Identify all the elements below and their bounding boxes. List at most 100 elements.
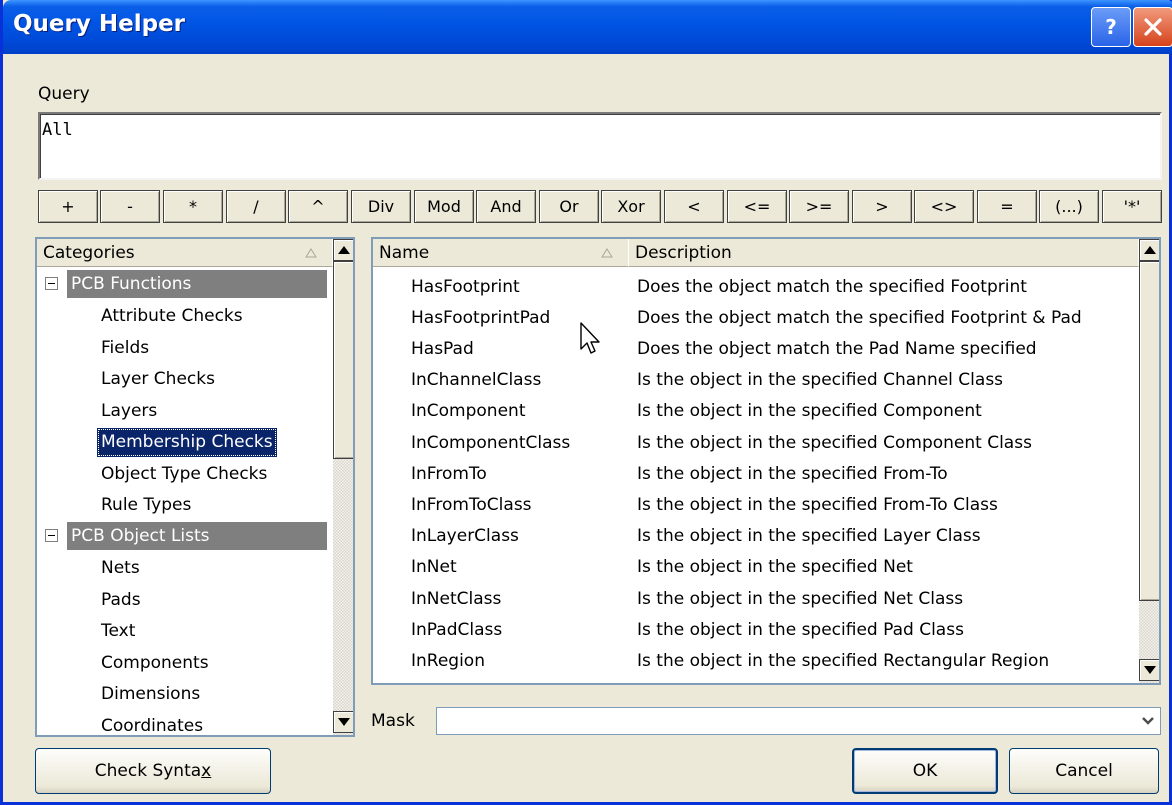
chevron-down-icon [1142,717,1154,725]
scroll-down-button[interactable] [1139,659,1159,681]
category-item[interactable]: Object Type Checks [97,458,271,489]
function-description[interactable]: Does the object match the specified Foot… [637,271,1027,302]
scroll-thumb[interactable] [1139,261,1159,601]
functions-list: Name Description HasFootprint Does the ob… [371,237,1161,685]
operator-multiply-button[interactable]: * [163,190,223,223]
operator-minus-button[interactable]: - [100,190,160,223]
category-item[interactable]: Attribute Checks [97,301,247,332]
category-item[interactable]: Coordinates [97,710,207,736]
operator-xor-button[interactable]: Xor [601,190,661,223]
category-item[interactable]: Pads [97,584,145,615]
arrow-up-icon [1144,246,1156,254]
function-description[interactable]: Is the object in the specified Net [637,552,913,583]
scroll-thumb[interactable] [333,261,353,459]
categories-panel: Categories PCB Functions Attribute Checks… [35,237,355,737]
operator-div-button[interactable]: Div [351,190,411,223]
function-description[interactable]: Is the object in the specified Layer Cla… [637,521,981,552]
operator-not-equal-button[interactable]: <> [914,190,974,223]
functions-scrollbar[interactable] [1139,239,1159,683]
arrow-down-icon [1144,666,1156,674]
function-name[interactable]: InPadClass [411,614,502,645]
description-column-label: Description [635,242,732,263]
function-name[interactable]: InFromToClass [411,489,532,520]
ok-button[interactable]: OK [852,748,998,794]
function-description[interactable]: Does the object match the specified Foot… [637,302,1082,333]
mask-combobox[interactable] [436,707,1161,735]
cancel-button[interactable]: Cancel [1009,748,1159,794]
function-description[interactable]: Is the object in the specified From-To [637,458,948,489]
function-description[interactable]: Is the object in the specified Component… [637,427,1032,458]
categories-scrollbar[interactable] [333,239,353,735]
description-column-header[interactable]: Description [629,239,1139,267]
function-description[interactable]: Is the object in the specified Component [637,396,982,427]
arrow-down-icon [338,718,350,726]
check-syntax-mnemonic: x [201,761,212,781]
category-item[interactable]: Text [97,616,139,647]
function-name[interactable]: HasFootprint [411,271,520,302]
name-column-label: Name [379,242,430,263]
function-name[interactable]: InComponentClass [411,427,570,458]
function-name[interactable]: InChannelClass [411,365,541,396]
mask-dropdown-button[interactable] [1137,709,1159,733]
operator-or-button[interactable]: Or [539,190,599,223]
operator-less-than-button[interactable]: < [664,190,724,223]
function-description[interactable]: Is the object in the specified Pad Class [637,614,964,645]
scroll-up-button[interactable] [1139,239,1159,261]
category-item[interactable]: Nets [97,553,144,584]
category-item[interactable]: Membership Checks [97,427,277,457]
category-item[interactable]: Components [97,647,213,678]
collapse-icon[interactable] [45,277,58,290]
sort-ascending-icon [601,248,613,258]
category-item[interactable]: Layer Checks [97,364,219,395]
question-mark-icon: ? [1105,15,1117,39]
close-icon [1144,18,1162,36]
category-item[interactable]: Layers [97,395,161,426]
query-label: Query [38,84,90,104]
check-syntax-button[interactable]: Check Syntax [35,748,271,794]
scroll-down-button[interactable] [333,711,353,733]
check-syntax-text: Check Synta [94,761,202,781]
sort-ascending-icon [305,248,317,258]
function-description[interactable]: Is the object in the specified Channel C… [637,365,1003,396]
categories-header[interactable]: Categories [37,239,333,267]
operator-greater-than-button[interactable]: > [852,190,912,223]
category-item[interactable]: Dimensions [97,679,204,710]
operator-greater-equal-button[interactable]: >= [789,190,849,223]
scroll-up-button[interactable] [333,239,353,261]
title-bar[interactable]: Query Helper ? [3,0,1172,54]
function-name[interactable]: InFromTo [411,458,487,489]
query-helper-dialog: Query Helper ? Query All + - * / ^ Div Mod And O… [0,0,1172,805]
operator-less-equal-button[interactable]: <= [727,190,787,223]
operator-power-button[interactable]: ^ [288,190,348,223]
operator-equals-button[interactable]: = [977,190,1037,223]
close-button[interactable] [1133,7,1172,47]
category-group[interactable]: PCB Functions [67,270,327,298]
operator-wildcard-button[interactable]: '*' [1102,190,1162,223]
category-item[interactable]: Fields [97,332,153,363]
operator-divide-button[interactable]: / [226,190,286,223]
help-button[interactable]: ? [1091,7,1131,47]
function-name[interactable]: HasPad [411,333,474,364]
function-name[interactable]: InNetClass [411,583,501,614]
function-name[interactable]: InNet [411,552,457,583]
mouse-cursor-icon [580,322,600,354]
operator-plus-button[interactable]: + [38,190,98,223]
function-name[interactable]: HasFootprintPad [411,302,550,333]
function-description[interactable]: Is the object in the specified From-To C… [637,489,998,520]
query-editor[interactable]: All [38,112,1162,180]
function-description[interactable]: Is the object in the specified Net Class [637,583,963,614]
operator-mod-button[interactable]: Mod [414,190,474,223]
function-name[interactable]: InRegion [411,645,485,676]
check-syntax-label: Check Syntax [95,761,211,781]
collapse-icon[interactable] [45,529,58,542]
function-name[interactable]: InComponent [411,396,525,427]
function-description[interactable]: Does the object match the Pad Name speci… [637,333,1037,364]
name-column-header[interactable]: Name [373,239,629,267]
function-description[interactable]: Is the object in the specified Rectangul… [637,645,1049,676]
operator-parentheses-button[interactable]: (...) [1039,190,1099,223]
function-name[interactable]: InLayerClass [411,521,519,552]
operator-and-button[interactable]: And [476,190,536,223]
category-item[interactable]: Rule Types [97,490,195,521]
category-group[interactable]: PCB Object Lists [67,522,327,550]
svg-text:?: ? [1105,15,1117,39]
